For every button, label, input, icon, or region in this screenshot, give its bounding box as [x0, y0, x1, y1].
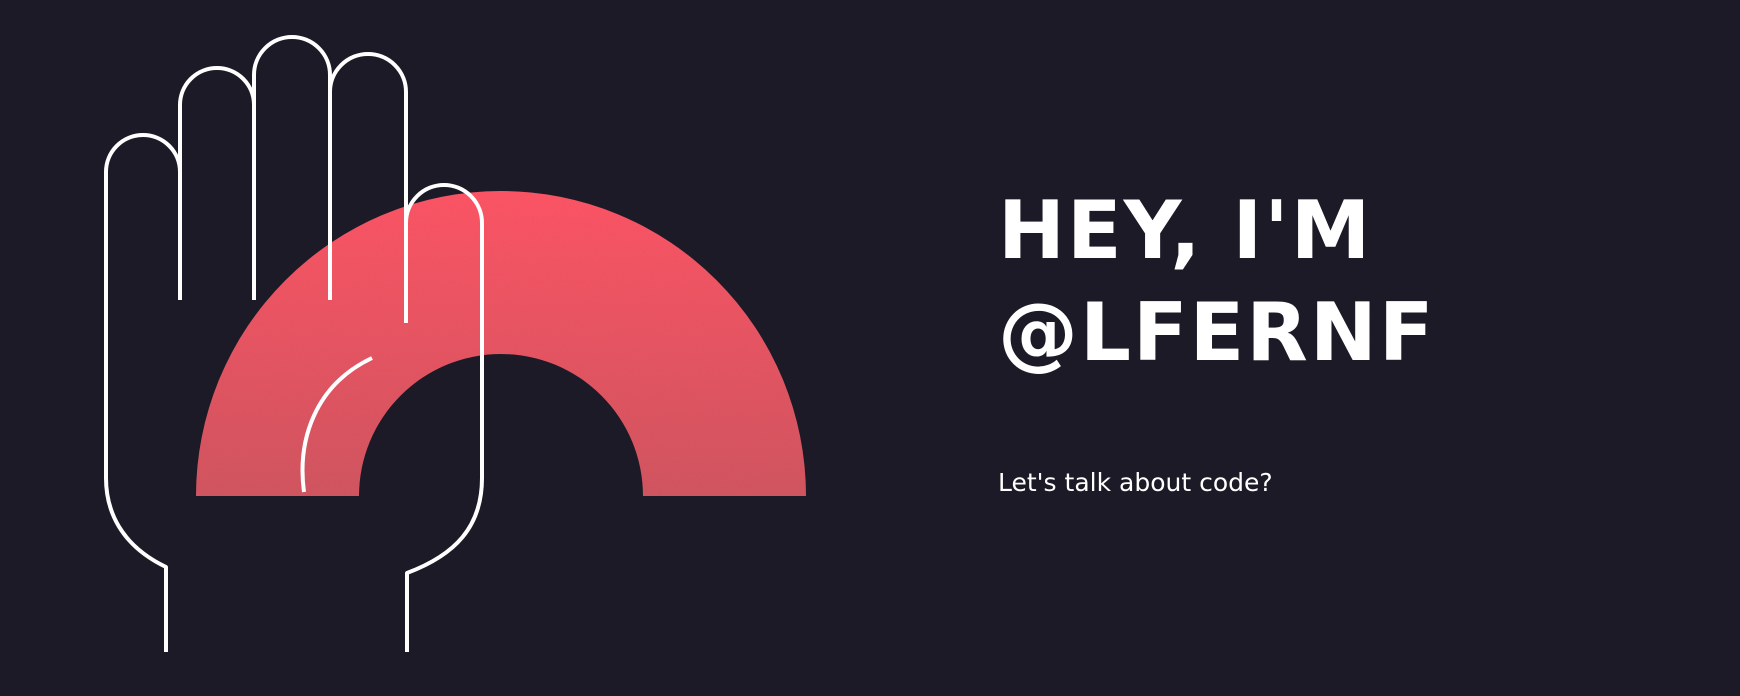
headline-line-2: @LFERNF [998, 286, 1436, 379]
headline: HEY, I'M @LFERNF [998, 180, 1435, 384]
hero-banner: HEY, I'M @LFERNF Let's talk about code? [0, 0, 1740, 696]
hero-illustration [0, 0, 900, 696]
headline-line-1: HEY, I'M [998, 184, 1373, 277]
tagline: Let's talk about code? [998, 468, 1273, 497]
